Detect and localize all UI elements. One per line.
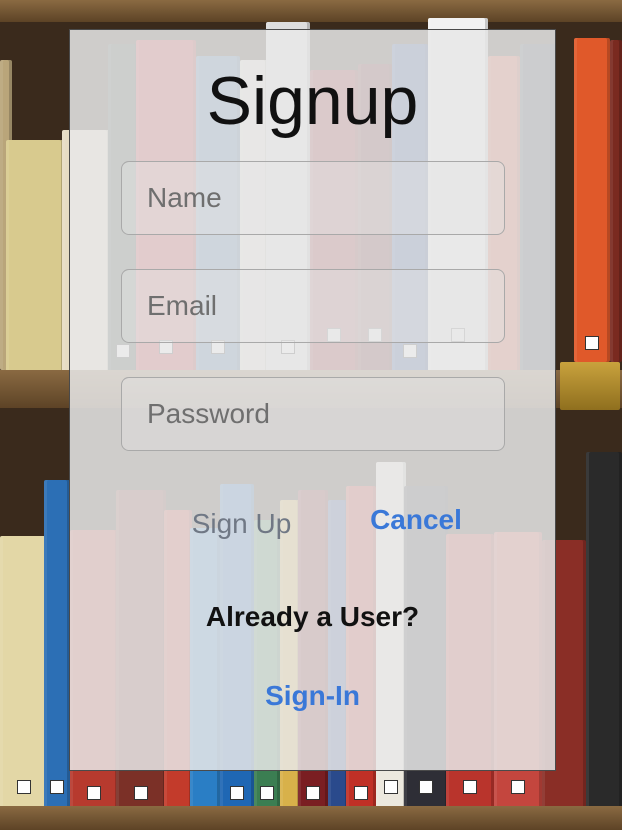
email-field[interactable] [121,269,505,343]
page-title: Signup [206,63,419,139]
cancel-button[interactable]: Cancel [362,504,470,536]
sign-up-button[interactable]: Sign Up [184,508,299,540]
shelf-bracket [560,362,620,410]
name-field[interactable] [121,161,505,235]
book-spine [0,536,48,808]
book-spine [586,452,622,808]
shelf-plank [0,806,622,830]
shelf-plank [0,0,622,22]
book-spine [44,480,70,808]
signup-card: Signup Sign Up Cancel Already a User? Si… [69,29,556,771]
book-spine [574,38,610,362]
book-spine [6,140,64,372]
already-user-label: Already a User? [205,601,420,632]
sign-in-link[interactable]: Sign-In [70,680,555,712]
password-field[interactable] [121,377,505,451]
signup-screen: Signup Sign Up Cancel Already a User? Si… [0,0,622,830]
book-spine [610,40,622,362]
